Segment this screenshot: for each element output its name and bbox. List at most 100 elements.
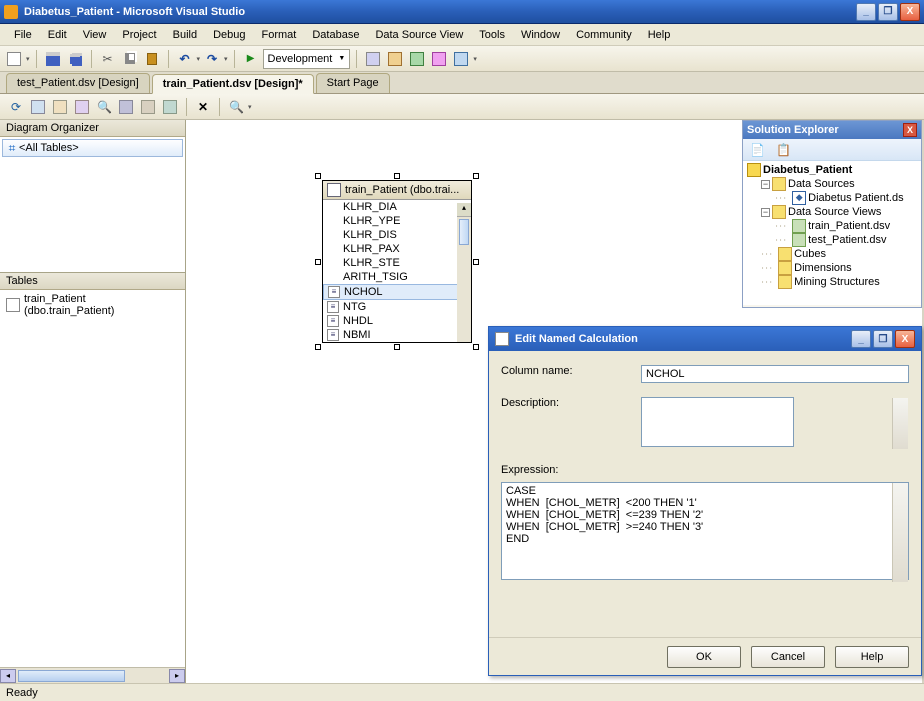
table-icon [327,183,341,197]
column-name-input[interactable] [641,365,909,383]
cut-button[interactable]: ✂ [98,49,118,69]
expression-textarea[interactable] [501,482,909,580]
dsv-tool-button[interactable] [116,97,136,117]
column-klhr-dis[interactable]: KLHR_DIS [323,228,471,242]
help-button[interactable]: Help [835,646,909,668]
close-button[interactable]: X [900,3,920,21]
menu-file[interactable]: File [6,26,40,44]
scroll-right-button[interactable]: ▸ [169,669,185,683]
save-all-button[interactable] [65,49,85,69]
table-widget-header-label: train_Patient (dbo.trai... [345,184,459,196]
cancel-button[interactable]: Cancel [751,646,825,668]
dsv-tool-button[interactable] [72,97,92,117]
tool-button-2[interactable] [385,49,405,69]
dialog-maximize-button[interactable]: ❐ [873,330,893,348]
tables-title: Tables [0,273,185,290]
column-klhr-dia[interactable]: KLHR_DIA [323,200,471,214]
organizer-item-all-tables[interactable]: ⌗ <All Tables> [2,139,183,157]
folder-data-sources[interactable]: − Data Sources [761,177,917,191]
toolbar-separator [356,50,357,68]
table-icon [75,100,89,114]
restore-button[interactable]: ❐ [878,3,898,21]
menu-help[interactable]: Help [640,26,679,44]
column-klhr-ype[interactable]: KLHR_YPE [323,214,471,228]
folder-dsv[interactable]: − Data Source Views [761,205,917,219]
ok-button[interactable]: OK [667,646,741,668]
menu-data-source-view[interactable]: Data Source View [367,26,471,44]
column-nchol[interactable]: ≡NCHOL [323,284,471,300]
minimize-button[interactable]: _ [856,3,876,21]
save-button[interactable] [43,49,63,69]
menu-project[interactable]: Project [114,26,164,44]
column-arith-tsig[interactable]: ARITH_TSIG [323,270,471,284]
menu-edit[interactable]: Edit [40,26,75,44]
tool-button-4[interactable] [429,49,449,69]
dsv-tool-button[interactable] [28,97,48,117]
item-diabetus-patient-ds[interactable]: ∙∙∙◆Diabetus Patient.ds [775,191,917,205]
tool-button-5[interactable] [451,49,471,69]
paste-button[interactable] [142,49,162,69]
dialog-titlebar: Edit Named Calculation _ ❐ X [489,327,921,351]
se-tool-button[interactable]: 📋 [773,140,793,160]
menu-view[interactable]: View [75,26,115,44]
dialog-close-button[interactable]: X [895,330,915,348]
start-debug-button[interactable]: ▶ [241,49,261,69]
column-ntg[interactable]: ≡NTG [323,300,471,314]
menu-debug[interactable]: Debug [205,26,253,44]
dsv-tool-button[interactable] [50,97,70,117]
tool-button-1[interactable] [363,49,383,69]
dsv-tool-button[interactable]: ⟳ [6,97,26,117]
folder-dimensions[interactable]: ∙∙∙Dimensions [761,261,917,275]
column-nbmi[interactable]: ≡NBMI [323,328,471,342]
item-test-patient-dsv[interactable]: ∙∙∙test_Patient.dsv [775,233,917,247]
delete-button[interactable]: ✕ [193,97,213,117]
window-titlebar: Diabetus_Patient - Microsoft Visual Stud… [0,0,924,24]
tab-test-patient[interactable]: test_Patient.dsv [Design] [6,73,150,93]
menu-format[interactable]: Format [254,26,305,44]
tab-start-page[interactable]: Start Page [316,73,390,93]
menu-database[interactable]: Database [304,26,367,44]
config-dropdown[interactable]: Development ▼ [263,49,351,69]
scroll-left-button[interactable]: ◂ [0,669,16,683]
collapse-icon[interactable]: − [761,180,770,189]
folder-mining[interactable]: ∙∙∙Mining Structures [761,275,917,289]
solution-explorer-close-button[interactable]: X [903,123,917,137]
column-klhr-ste[interactable]: KLHR_STE [323,256,471,270]
table-widget-train-patient[interactable]: train_Patient (dbo.trai... KLHR_DIA KLHR… [322,180,472,343]
description-textarea[interactable] [641,397,794,447]
paste-icon [147,53,157,65]
diagram-organizer-title: Diagram Organizer [0,120,185,137]
config-label: Development [268,53,333,65]
se-tool-button[interactable]: 📄 [747,140,767,160]
menu-build[interactable]: Build [165,26,205,44]
tables-scrollbar[interactable]: ◂ ▸ [0,667,185,683]
scroll-thumb[interactable] [18,670,125,682]
dsv-tool-button[interactable]: 🔍 [94,97,114,117]
menu-tools[interactable]: Tools [471,26,513,44]
copy-button[interactable] [120,49,140,69]
dialog-minimize-button[interactable]: _ [851,330,871,348]
new-project-button[interactable] [4,49,24,69]
dialog-buttons: OK Cancel Help [489,637,921,675]
column-nhdl[interactable]: ≡NHDL [323,314,471,328]
dsv-tool-button[interactable] [138,97,158,117]
item-train-patient-dsv[interactable]: ∙∙∙train_Patient.dsv [775,219,917,233]
tab-train-patient[interactable]: train_Patient.dsv [Design]* [152,74,314,94]
dsv-tool-button[interactable] [160,97,180,117]
folder-cubes[interactable]: ∙∙∙Cubes [761,247,917,261]
table-widget-header[interactable]: train_Patient (dbo.trai... [323,181,471,200]
new-project-icon [7,52,21,66]
tool-button-3[interactable] [407,49,427,69]
column-label: KLHR_DIS [343,229,397,241]
zoom-button[interactable]: 🔍 [226,97,246,117]
column-klhr-pax[interactable]: KLHR_PAX [323,242,471,256]
collapse-icon[interactable]: − [761,208,770,217]
menu-community[interactable]: Community [568,26,640,44]
tables-item-train-patient[interactable]: train_Patient (dbo.train_Patient) [2,292,183,318]
undo-button[interactable]: ↶ [175,49,195,69]
solution-explorer: Solution Explorer X 📄 📋 Diabetus_Patient… [742,120,922,308]
table-widget-scrollbar[interactable]: ▴ [457,203,471,342]
project-node[interactable]: Diabetus_Patient [747,163,917,177]
redo-button[interactable]: ↷ [202,49,222,69]
menu-window[interactable]: Window [513,26,568,44]
